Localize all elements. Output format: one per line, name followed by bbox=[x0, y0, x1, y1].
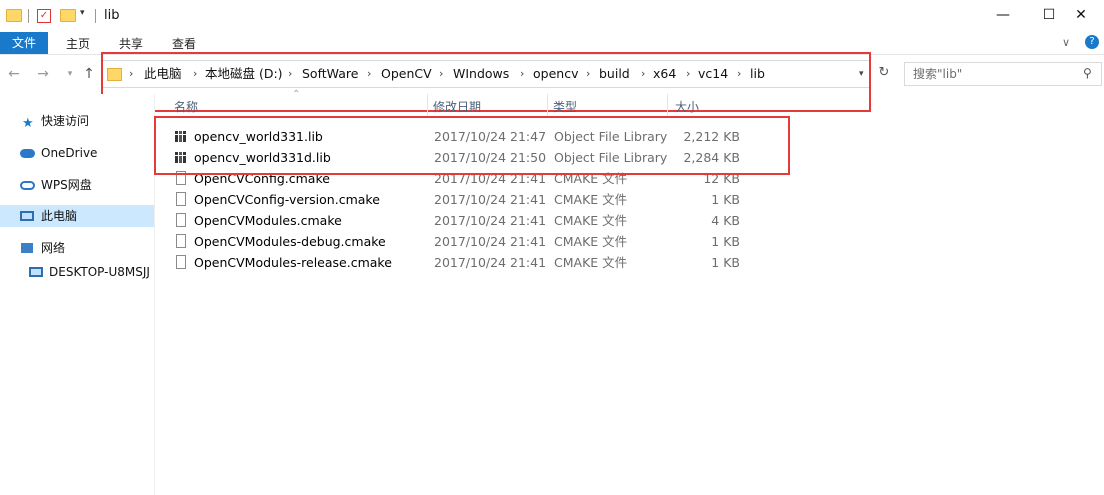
file-date: 2017/10/24 21:41 bbox=[434, 255, 547, 270]
nav-quick-access[interactable]: ★ 快速访问 bbox=[0, 110, 154, 132]
column-header-date[interactable]: 修改日期 bbox=[433, 96, 481, 118]
properties-icon[interactable]: ✓ bbox=[37, 9, 51, 23]
file-size: 1 KB bbox=[711, 192, 740, 207]
quick-access-dropdown-icon[interactable]: ▾ bbox=[80, 8, 85, 18]
file-type: CMAKE 文件 bbox=[554, 234, 628, 249]
column-divider[interactable] bbox=[547, 94, 548, 118]
minimize-button[interactable]: — bbox=[980, 0, 1026, 32]
folder-icon bbox=[6, 9, 22, 22]
star-icon: ★ bbox=[22, 116, 34, 131]
computer-icon bbox=[29, 267, 43, 277]
up-arrow-icon[interactable]: ↑ bbox=[81, 64, 97, 84]
file-row[interactable]: OpenCVModules-release.cmake 2017/10/24 2… bbox=[168, 252, 748, 273]
navigation-pane: ★ 快速访问 OneDrive WPS网盘 此电脑 网络 DESKTOP-U8M… bbox=[0, 94, 155, 495]
network-icon bbox=[21, 243, 33, 253]
nav-desktop-computer[interactable]: DESKTOP-U8MSJJ bbox=[0, 261, 154, 283]
tab-share[interactable]: 共享 bbox=[119, 32, 143, 54]
file-type: CMAKE 文件 bbox=[554, 192, 628, 207]
forward-arrow-icon[interactable]: → bbox=[35, 64, 51, 84]
nav-item-label: OneDrive bbox=[41, 146, 98, 160]
file-date: 2017/10/24 21:41 bbox=[434, 192, 547, 207]
column-header-type[interactable]: 类型 bbox=[553, 96, 577, 118]
back-arrow-icon[interactable]: ← bbox=[6, 64, 22, 84]
address-highlight-box bbox=[101, 52, 871, 112]
document-icon bbox=[176, 255, 186, 269]
column-divider[interactable] bbox=[427, 94, 428, 118]
column-header-name[interactable]: 名称 bbox=[174, 96, 198, 118]
nav-item-label: 网络 bbox=[41, 241, 66, 255]
new-folder-icon[interactable] bbox=[60, 9, 76, 22]
nav-item-label: DESKTOP-U8MSJJ bbox=[49, 265, 150, 279]
nav-item-label: 此电脑 bbox=[41, 209, 78, 223]
file-date: 2017/10/24 21:41 bbox=[434, 213, 547, 228]
search-input[interactable]: 搜索"lib" ⚲ bbox=[904, 62, 1102, 86]
file-size: 1 KB bbox=[711, 234, 740, 249]
toolbar-separator bbox=[28, 9, 29, 23]
file-row[interactable]: OpenCVConfig-version.cmake 2017/10/24 21… bbox=[168, 189, 748, 210]
file-type: CMAKE 文件 bbox=[554, 255, 628, 270]
tab-view[interactable]: 查看 bbox=[172, 32, 196, 54]
document-icon bbox=[176, 234, 186, 248]
file-row[interactable]: OpenCVModules-debug.cmake 2017/10/24 21:… bbox=[168, 231, 748, 252]
nav-item-label: WPS网盘 bbox=[41, 178, 92, 192]
file-row[interactable]: OpenCVModules.cmake 2017/10/24 21:41 CMA… bbox=[168, 210, 748, 231]
file-name: OpenCVModules-debug.cmake bbox=[194, 234, 386, 249]
tab-home[interactable]: 主页 bbox=[66, 32, 90, 54]
nav-wps-cloud[interactable]: WPS网盘 bbox=[0, 174, 154, 196]
file-size: 1 KB bbox=[711, 255, 740, 270]
sort-ascending-icon: ⌃ bbox=[292, 89, 301, 100]
recent-locations-dropdown-icon[interactable]: ▾ bbox=[62, 64, 78, 84]
search-placeholder: 搜索"lib" bbox=[913, 67, 963, 81]
file-size: 4 KB bbox=[711, 213, 740, 228]
file-type: CMAKE 文件 bbox=[554, 213, 628, 228]
document-icon bbox=[176, 192, 186, 206]
file-name: OpenCVModules-release.cmake bbox=[194, 255, 392, 270]
computer-icon bbox=[20, 211, 34, 221]
column-divider[interactable] bbox=[667, 94, 668, 118]
ribbon-expand-icon[interactable]: ∨ bbox=[1062, 36, 1070, 49]
search-icon[interactable]: ⚲ bbox=[1083, 66, 1092, 80]
document-icon bbox=[176, 213, 186, 227]
window-title: lib bbox=[104, 8, 120, 23]
help-icon[interactable]: ? bbox=[1085, 35, 1099, 49]
file-date: 2017/10/24 21:41 bbox=[434, 234, 547, 249]
file-name: OpenCVModules.cmake bbox=[194, 213, 342, 228]
file-name: OpenCVConfig-version.cmake bbox=[194, 192, 380, 207]
lib-files-highlight-box bbox=[154, 116, 790, 175]
nav-this-pc[interactable]: 此电脑 bbox=[0, 205, 154, 227]
cloud-icon bbox=[20, 149, 35, 158]
close-button[interactable]: ✕ bbox=[1058, 0, 1104, 32]
refresh-icon[interactable]: ↻ bbox=[877, 64, 891, 82]
column-header-size[interactable]: 大小 bbox=[675, 96, 699, 118]
nav-network[interactable]: 网络 bbox=[0, 237, 154, 259]
nav-onedrive[interactable]: OneDrive bbox=[0, 142, 154, 164]
cloud-icon bbox=[20, 181, 35, 190]
tab-file[interactable]: 文件 bbox=[0, 32, 48, 54]
nav-item-label: 快速访问 bbox=[41, 114, 90, 128]
title-bar: ✓ ▾ lib — ☐ ✕ bbox=[0, 0, 1104, 32]
toolbar-separator bbox=[95, 9, 96, 23]
